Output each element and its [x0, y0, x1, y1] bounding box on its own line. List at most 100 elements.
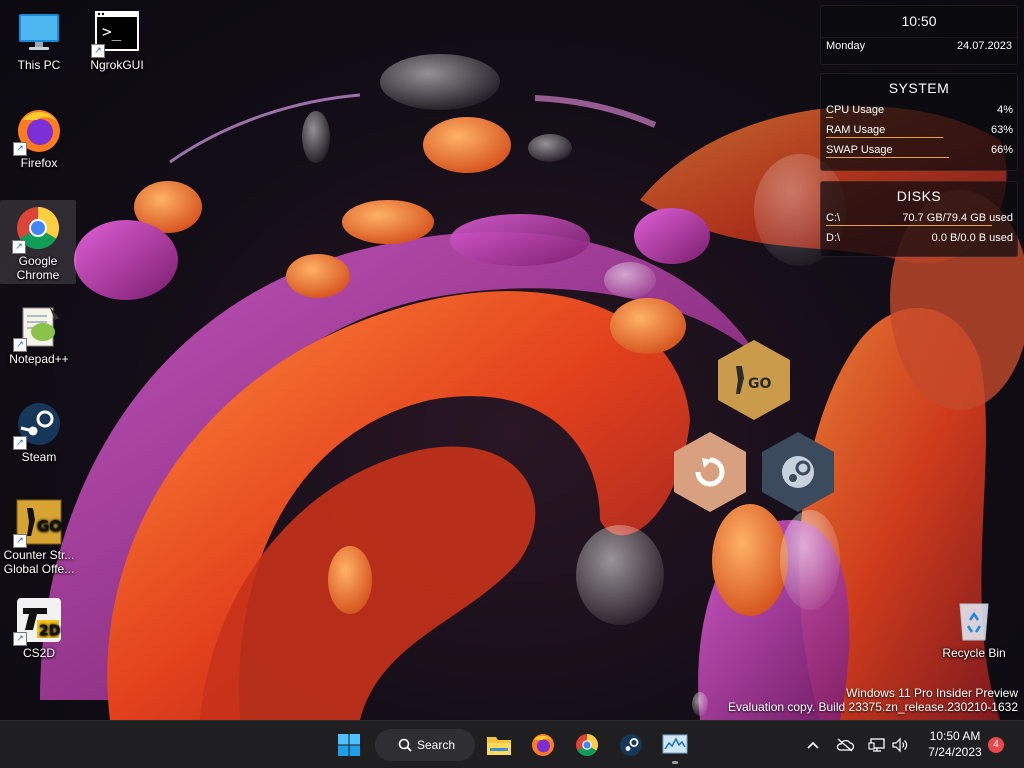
desktop-icon-label: Recycle Bin: [942, 646, 1006, 660]
taskbar-date: 7/24/2023: [928, 745, 982, 759]
system-row-cpu: CPU Usage 4%: [821, 100, 1017, 120]
disk-row-d: D:\ 0.0 B/0.0 B used: [821, 228, 1017, 248]
desktop-icon-label: NgrokGUI: [90, 58, 144, 72]
chrome-icon: [576, 734, 598, 756]
desktop-icon-notepad-plus-plus[interactable]: ↗ Notepad++: [1, 298, 77, 368]
cs2d-icon: 2D ↗: [13, 596, 63, 646]
system-row-bar: [826, 157, 949, 158]
taskbar-steam[interactable]: [613, 727, 649, 763]
system-row-value: 63%: [990, 124, 1013, 136]
desktop-icon-ngrokgui[interactable]: >_ ↗ NgrokGUI: [79, 4, 155, 74]
steam-icon: [782, 456, 814, 488]
clock-widget-date: 24.07.2023: [956, 40, 1012, 52]
taskbar-search-label: Search: [417, 738, 456, 752]
taskbar-firefox[interactable]: [525, 727, 561, 763]
system-row-bar: [826, 117, 833, 118]
desktop-icon-label: CS2D: [22, 646, 55, 660]
system-row-label: RAM Usage: [826, 124, 886, 136]
monitor-icon: [15, 8, 63, 56]
windows-watermark: Windows 11 Pro Insider Preview Evaluatio…: [728, 686, 1018, 714]
desktop-icon-label: Counter Str... Global Offe...: [3, 548, 75, 576]
desktop-icon-recycle-bin[interactable]: Recycle Bin: [936, 592, 1012, 662]
running-indicator: [672, 761, 678, 764]
desktop-icon-label: Notepad++: [9, 352, 69, 366]
svg-text:2D: 2D: [39, 623, 60, 639]
taskbar-clock[interactable]: 10:50 AM 7/24/2023: [918, 728, 992, 760]
system-row-bar: [826, 137, 943, 138]
firefox-icon: [532, 734, 554, 756]
disk-row-c: C:\ 70.7 GB/79.4 GB used: [821, 208, 1017, 228]
steam-icon: ↗: [13, 400, 63, 450]
system-row-value: 66%: [990, 144, 1013, 156]
desktop-icon-firefox[interactable]: ↗ Firefox: [1, 102, 77, 172]
shortcut-arrow-icon: ↗: [13, 632, 27, 646]
desktop-icon-label: Steam: [21, 450, 57, 464]
tray-volume[interactable]: [890, 735, 910, 755]
tray-onedrive[interactable]: [835, 735, 855, 755]
system-row-swap: SWAP Usage 66%: [821, 140, 1017, 160]
start-button[interactable]: [331, 727, 367, 763]
watermark-line-2: Evaluation copy. Build 23375.zn_release.…: [728, 700, 1018, 714]
svg-text:>_: >_: [102, 22, 122, 41]
recycle-bin-icon: [950, 596, 998, 644]
steam-icon: [620, 734, 642, 756]
system-row-ram: RAM Usage 63%: [821, 120, 1017, 140]
desktop-icon-steam[interactable]: ↗ Steam: [1, 396, 77, 466]
clock-widget-day: Monday: [826, 40, 866, 52]
tray-network[interactable]: [867, 735, 887, 755]
desktop-icon-google-chrome[interactable]: ↗ Google Chrome: [0, 200, 76, 284]
csgo-icon: GO: [736, 366, 771, 394]
desktop-icon-cs2d[interactable]: 2D ↗ CS2D: [1, 592, 77, 662]
shortcut-arrow-icon: ↗: [13, 338, 27, 352]
system-row-value: 4%: [997, 104, 1013, 116]
disk-row-value: 0.0 B/0.0 B used: [931, 232, 1013, 244]
taskbar: Search 10:50 AM 7/24/2023 4: [0, 720, 1024, 768]
shortcut-arrow-icon: ↗: [13, 436, 27, 450]
disk-row-value: 70.7 GB/79.4 GB used: [902, 212, 1013, 224]
chrome-icon: ↗: [12, 204, 62, 254]
hex-csgo-text: GO: [748, 376, 771, 392]
disk-row-bar: [826, 225, 992, 226]
svg-text:GO: GO: [37, 517, 62, 535]
folder-icon: [487, 737, 511, 755]
taskbar-resource-monitor[interactable]: [657, 727, 693, 763]
firefox-icon: ↗: [13, 106, 63, 156]
shortcut-arrow-icon: ↗: [91, 44, 105, 58]
tray-overflow-chevron[interactable]: [803, 735, 823, 755]
taskbar-file-explorer[interactable]: [481, 727, 517, 763]
taskbar-time: 10:50 AM: [929, 729, 981, 743]
clock-widget: 10:50 Monday 24.07.2023: [820, 5, 1018, 65]
disk-row-label: C:\: [826, 212, 841, 224]
desktop-icon-label: Google Chrome: [16, 254, 60, 282]
system-row-label: SWAP Usage: [826, 144, 893, 156]
clock-widget-time: 10:50: [901, 13, 937, 29]
system-row-label: CPU Usage: [826, 104, 885, 116]
system-widget-title: SYSTEM: [888, 80, 950, 96]
disks-widget-title: DISKS: [896, 188, 942, 204]
csgo-icon: GO ↗: [13, 498, 63, 548]
taskbar-chrome[interactable]: [569, 727, 605, 763]
watermark-line-1: Windows 11 Pro Insider Preview: [846, 686, 1018, 700]
search-icon: [398, 738, 412, 752]
terminal-icon: >_ ↗: [91, 8, 141, 58]
windows-logo-icon: [338, 734, 360, 756]
notepad-plus-plus-icon: ↗: [13, 302, 63, 352]
desktop-icon-label: Firefox: [20, 156, 58, 170]
speaker-icon: [892, 737, 908, 753]
notification-badge[interactable]: 4: [988, 737, 1004, 753]
refresh-icon: [695, 457, 725, 487]
disk-row-label: D:\: [826, 232, 841, 244]
desktop-icon-label: This PC: [17, 58, 61, 72]
monitor-graph-icon: [662, 734, 688, 754]
desktop-icon-this-pc[interactable]: This PC: [1, 4, 77, 74]
taskbar-search-box[interactable]: Search: [375, 729, 475, 761]
disks-widget: DISKS C:\ 70.7 GB/79.4 GB used D:\ 0.0 B…: [820, 181, 1018, 257]
cloud-off-icon: [836, 738, 854, 752]
shortcut-arrow-icon: ↗: [13, 534, 27, 548]
chevron-up-icon: [807, 741, 819, 749]
shortcut-arrow-icon: ↗: [12, 240, 26, 254]
desktop-icon-counter-strike-go[interactable]: GO ↗ Counter Str... Global Offe...: [1, 494, 77, 578]
network-icon: [868, 738, 885, 752]
shortcut-arrow-icon: ↗: [13, 142, 27, 156]
system-widget: SYSTEM CPU Usage 4% RAM Usage 63% SWAP U…: [820, 73, 1018, 171]
